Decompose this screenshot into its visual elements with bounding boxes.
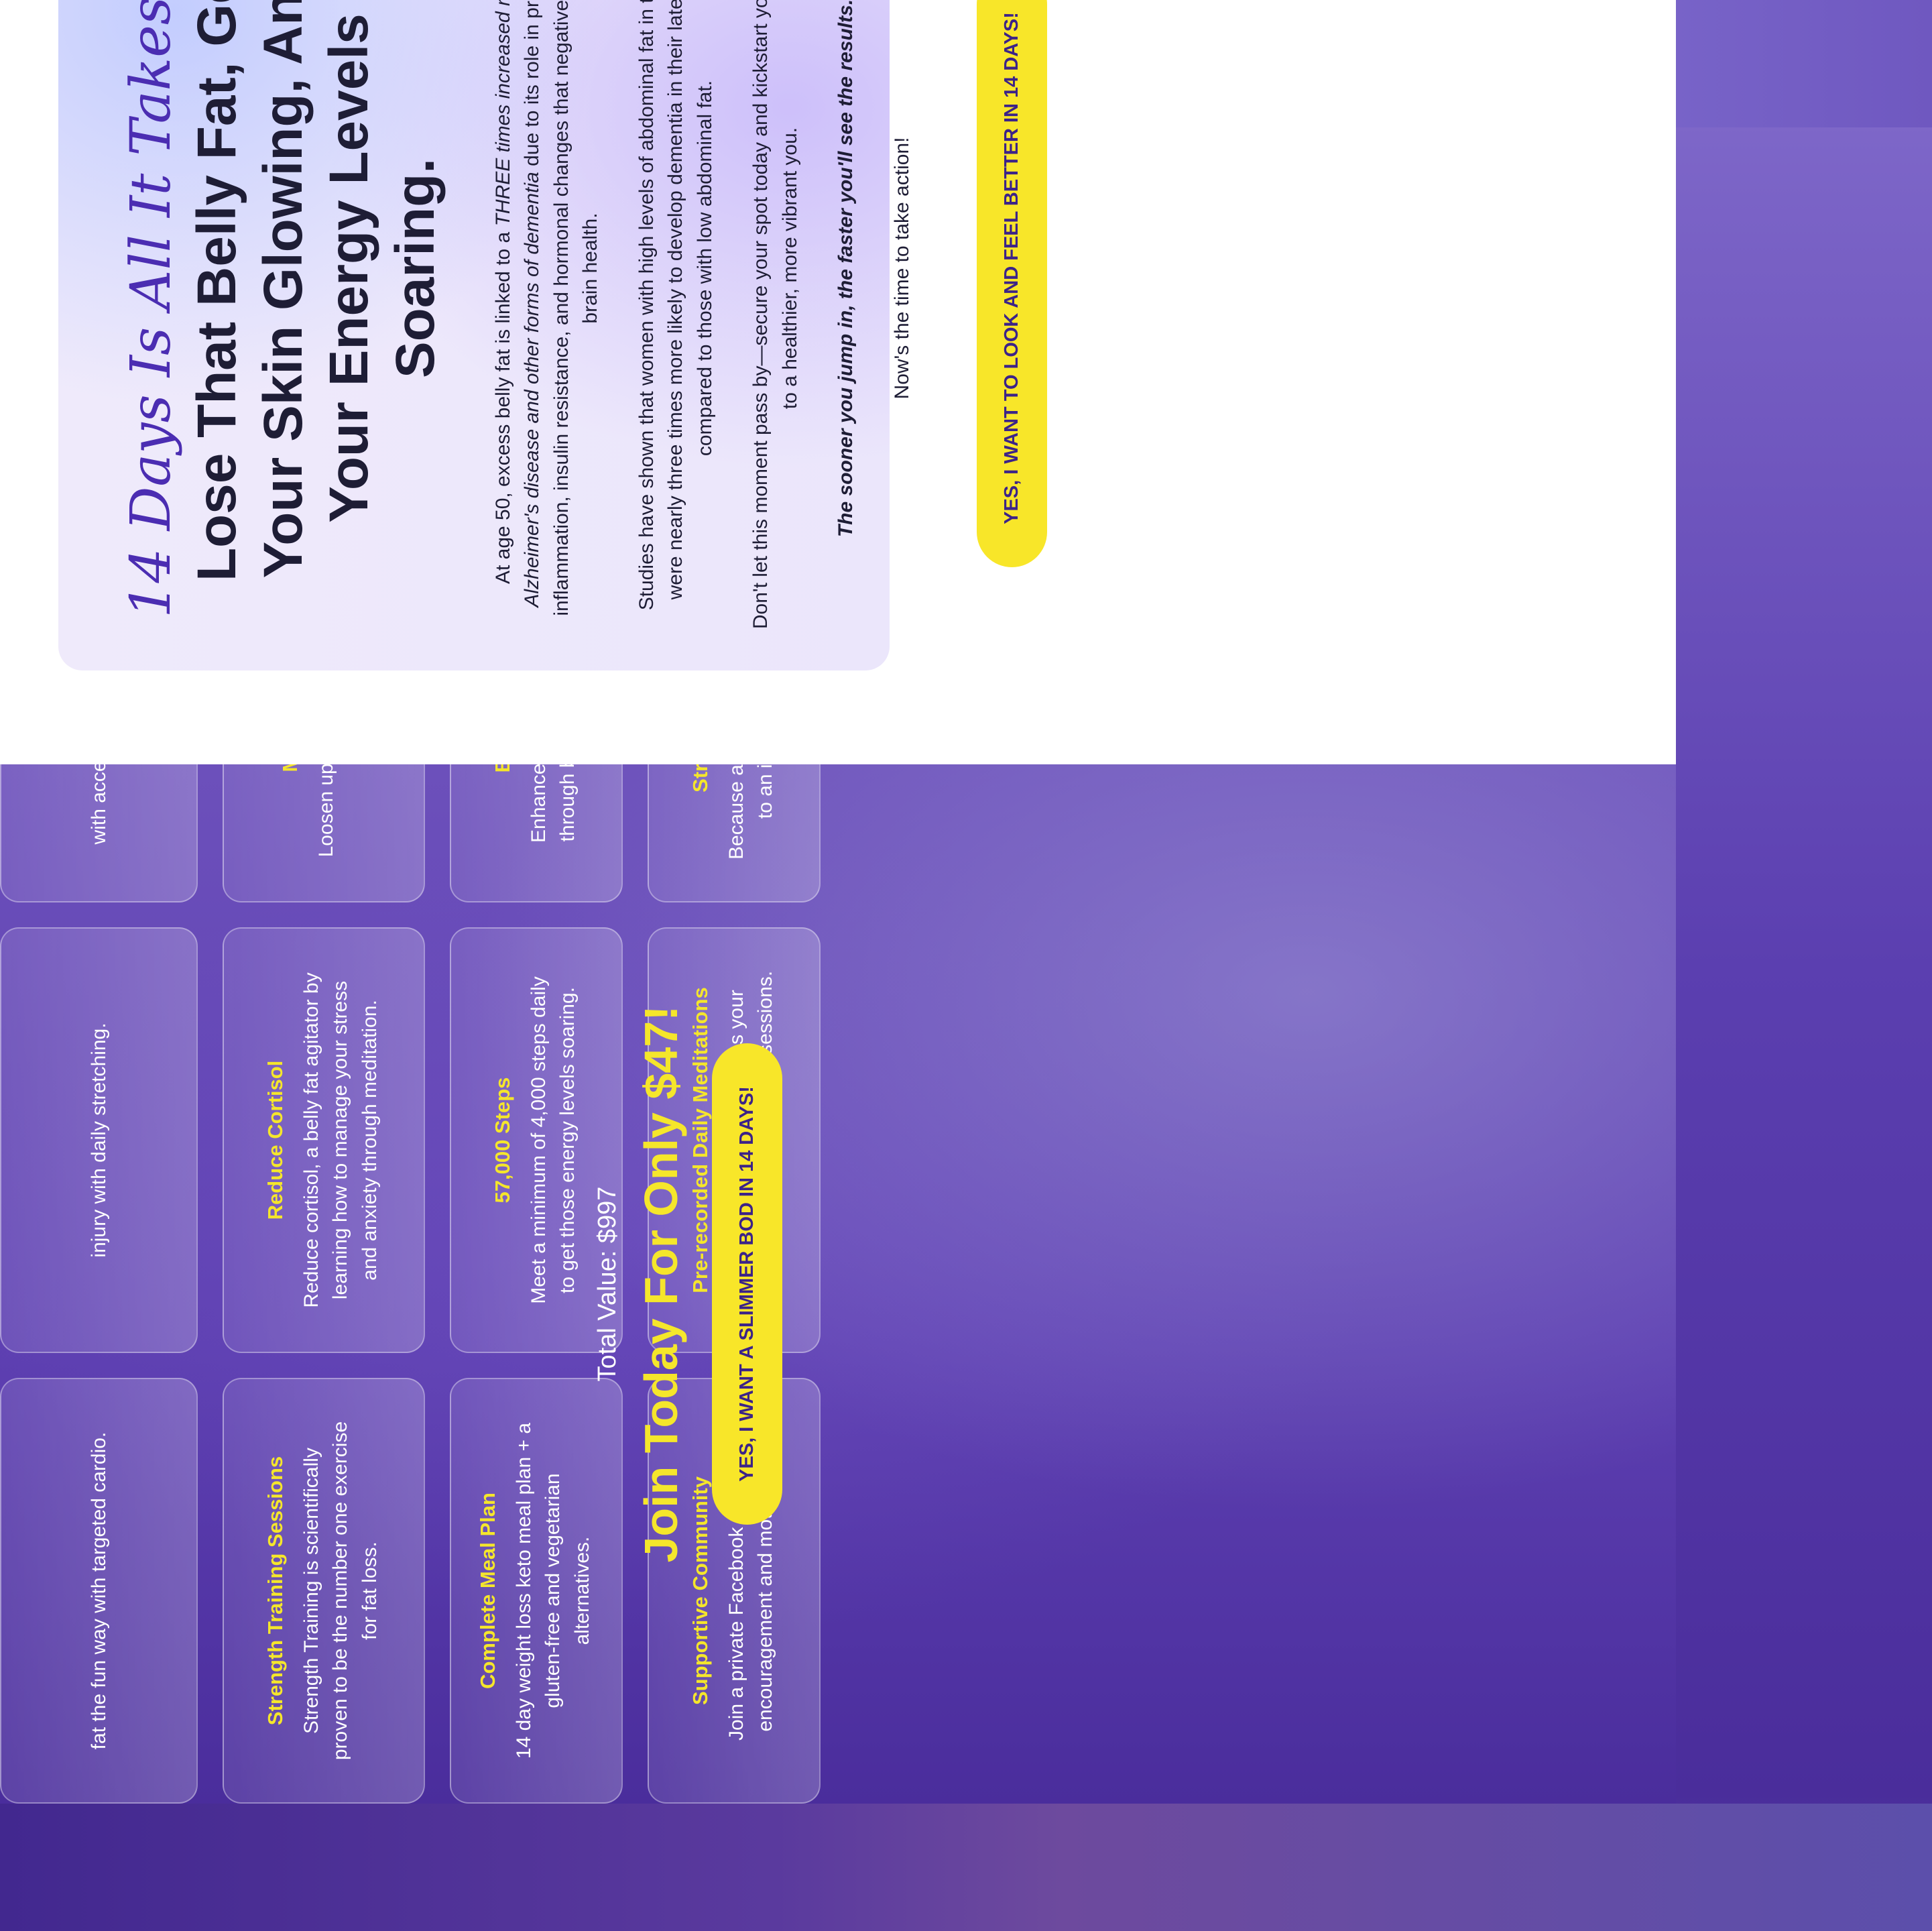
feature-card-desc: Meet a minimum of 4,000 steps daily to g… bbox=[527, 976, 579, 1304]
info-paragraph: At age 50, excess belly fat is linked to… bbox=[489, 0, 605, 634]
info-section: 14 Days Is All It Takes To Lose That Bel… bbox=[0, 0, 1676, 764]
look-feel-better-cta-button[interactable]: YES, I WANT TO LOOK AND FEEL BETTER IN 1… bbox=[977, 0, 1048, 567]
feature-card-title: 57,000 Steps bbox=[490, 1077, 514, 1204]
rotated-page: fat the fun way with targeted cardio. in… bbox=[0, 0, 1932, 1804]
feature-card-desc: with accessible strength exercises. bbox=[84, 764, 114, 844]
info-card: 14 Days Is All It Takes To Lose That Bel… bbox=[58, 0, 1048, 670]
info-paragraph: Now's the time to take action! bbox=[890, 137, 913, 400]
feature-card-title: Balance Training bbox=[491, 764, 515, 773]
feature-card-title: Complete Meal Plan bbox=[475, 1493, 499, 1689]
offer-footer: Total Value: $997 Join Today For Only $4… bbox=[593, 764, 782, 1804]
info-headline: 14 Days Is All It Takes To Lose That Bel… bbox=[119, 0, 448, 634]
offer-section: fat the fun way with targeted cardio. in… bbox=[0, 764, 1676, 1804]
feature-card-desc: Enhance stability and coordination throu… bbox=[524, 764, 583, 861]
feature-card: Mobility Training Loosen up stiff hips, … bbox=[223, 764, 425, 902]
slimmer-bod-cta-button[interactable]: YES, I WANT A SLIMMER BOD IN 14 DAYS! bbox=[712, 1043, 782, 1525]
feature-card: with accessible strength exercises. bbox=[0, 764, 198, 902]
headline-script-text: 14 Days Is All It Takes bbox=[119, 0, 183, 618]
info-paragraph: Don't let this moment pass by—secure you… bbox=[749, 0, 801, 630]
total-value: Total Value: $997 bbox=[593, 1186, 621, 1382]
info-paragraph: Studies have shown that women with high … bbox=[635, 0, 716, 611]
info-emphasis-line: The sooner you jump in, the faster you'l… bbox=[835, 0, 857, 538]
feature-card-desc: injury with daily stretching. bbox=[87, 1022, 110, 1258]
feature-card-desc: Loosen up stiff hips, knees, and joints … bbox=[312, 764, 370, 861]
feature-card: injury with daily stretching. bbox=[0, 927, 198, 1353]
feature-card-title: Reduce Cortisol bbox=[263, 1060, 287, 1220]
feature-card: fat the fun way with targeted cardio. bbox=[0, 1378, 198, 1804]
feature-card-title: Mobility Training bbox=[278, 764, 302, 772]
join-headline: Join Today For Only $47! bbox=[635, 1005, 687, 1563]
feature-card-desc: fat the fun way with targeted cardio. bbox=[87, 1431, 110, 1750]
bottom-gradient-band bbox=[0, 1804, 1932, 1931]
page-background: fat the fun way with targeted cardio. in… bbox=[0, 0, 1932, 1931]
feature-card-desc: Reduce cortisol, a belly fat agitator by… bbox=[300, 972, 381, 1308]
feature-card-desc: 14 day weight loss keto meal plan + a gl… bbox=[512, 1422, 593, 1759]
paragraph-text: At age 50, excess belly fat is linked to… bbox=[491, 226, 514, 585]
feature-card: Reduce Cortisol Reduce cortisol, a belly… bbox=[223, 927, 425, 1353]
feature-card: Strength Training Sessions Strength Trai… bbox=[223, 1378, 425, 1804]
feature-card-desc: Strength Training is scientifically prov… bbox=[300, 1421, 381, 1761]
feature-card-title: Strength Training Sessions bbox=[263, 1456, 287, 1726]
